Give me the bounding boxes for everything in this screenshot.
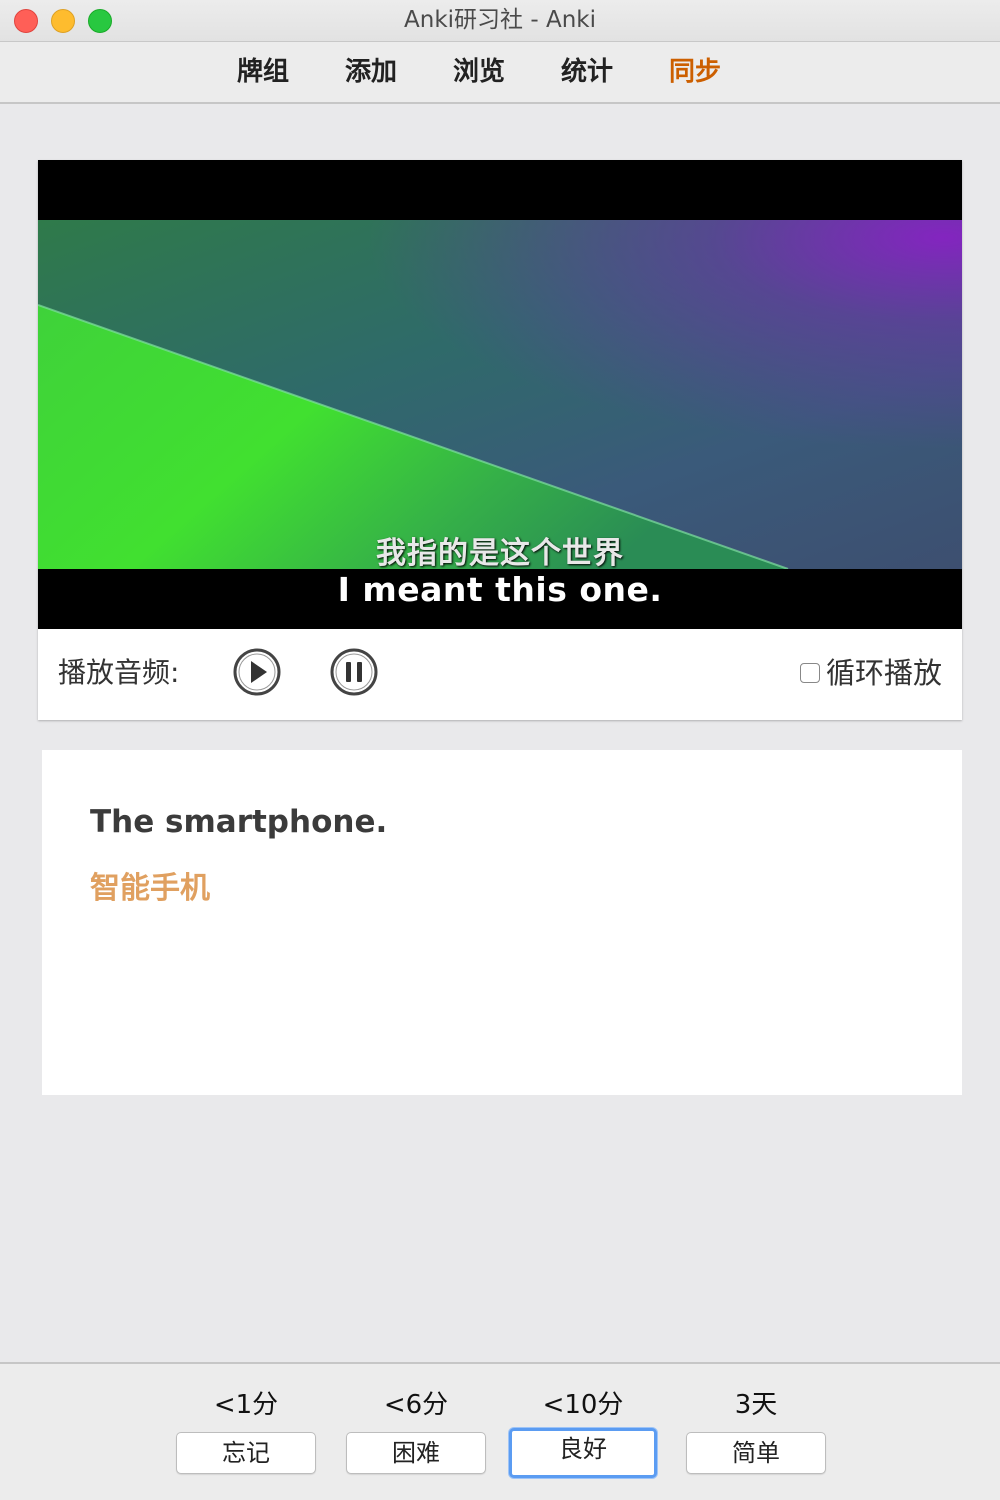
good-button[interactable]: 良好 (509, 1428, 657, 1478)
pause-button[interactable] (329, 647, 379, 697)
toolbar-browse-link[interactable]: 浏览 (453, 54, 505, 90)
play-circle-icon (233, 648, 281, 696)
good-interval: <10分 (542, 1390, 624, 1420)
hard-button[interactable]: 困难 (346, 1432, 486, 1474)
video-frame[interactable]: 我指的是这个世界 I meant this one. (38, 160, 962, 629)
easy-button[interactable]: 简单 (686, 1432, 826, 1474)
toolbar-sync-link[interactable]: 同步 (669, 54, 721, 90)
toolbar-add-link[interactable]: 添加 (345, 54, 397, 90)
loop-label: 循环播放 (825, 656, 942, 690)
card-english-text: The smartphone. (90, 804, 388, 840)
toolbar-decks-link[interactable]: 牌组 (237, 54, 289, 90)
loop-toggle[interactable]: 循环播放 (799, 653, 942, 690)
video-subtitle-english: I meant this one. (337, 570, 663, 609)
hard-interval: <6分 (383, 1390, 449, 1420)
again-button[interactable]: 忘记 (176, 1432, 316, 1474)
play-button[interactable] (232, 647, 282, 697)
easy-interval: 3天 (734, 1390, 778, 1420)
title-bar: Anki研习社 - Anki (0, 0, 1000, 42)
answer-card: The smartphone. 智能手机 (42, 750, 962, 1095)
video-scene-graphic (38, 304, 789, 569)
audio-controls: 播放音频: 循环播放 (38, 629, 962, 720)
pause-circle-icon (330, 648, 378, 696)
card-chinese-text: 智能手机 (90, 871, 210, 906)
anki-window: Anki研习社 - Anki 牌组 添加 浏览 统计 同步 我指的是这个世界 I… (0, 0, 1000, 1500)
main-toolbar: 牌组 添加 浏览 统计 同步 (0, 42, 1000, 104)
loop-checkbox[interactable] (799, 663, 820, 683)
toolbar-stats-link[interactable]: 统计 (561, 54, 613, 90)
media-card: 我指的是这个世界 I meant this one. 播放音频: 循环播放 (38, 160, 962, 720)
answer-bar: <1分 忘记 <6分 困难 <10分 良好 3天 简单 (0, 1362, 1000, 1500)
audio-label: 播放音频: (58, 656, 180, 689)
video-subtitle-chinese: 我指的是这个世界 (376, 536, 624, 571)
again-interval: <1分 (213, 1390, 279, 1420)
window-title: Anki研习社 - Anki (404, 7, 596, 33)
video-scene-image (38, 220, 962, 569)
